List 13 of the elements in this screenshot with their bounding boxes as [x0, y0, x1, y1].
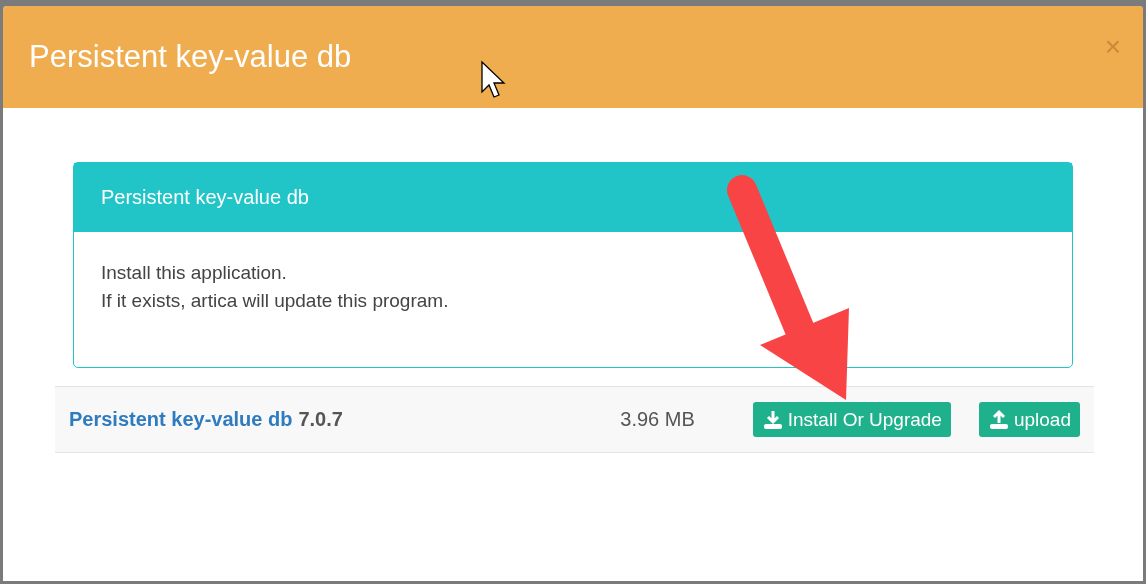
package-version: 7.0.7 — [298, 408, 343, 431]
upload-button[interactable]: upload — [978, 402, 1080, 437]
download-icon — [761, 408, 784, 431]
package-link[interactable]: Persistent key-value db — [69, 408, 293, 431]
cursor-icon — [481, 60, 506, 98]
dialog-title: Persistent key-value db — [29, 39, 352, 75]
download-button[interactable]: Install Or Upgrade — [752, 402, 951, 437]
package-size: 3.96 MB — [620, 408, 695, 431]
upload-icon — [987, 408, 1010, 431]
close-button[interactable]: × — [1104, 31, 1121, 63]
panel-text: If it exists, artica will update this program. — [101, 290, 450, 312]
panel-text: Install this application. — [101, 262, 288, 284]
panel-title: Persistent key-value db — [101, 186, 309, 209]
